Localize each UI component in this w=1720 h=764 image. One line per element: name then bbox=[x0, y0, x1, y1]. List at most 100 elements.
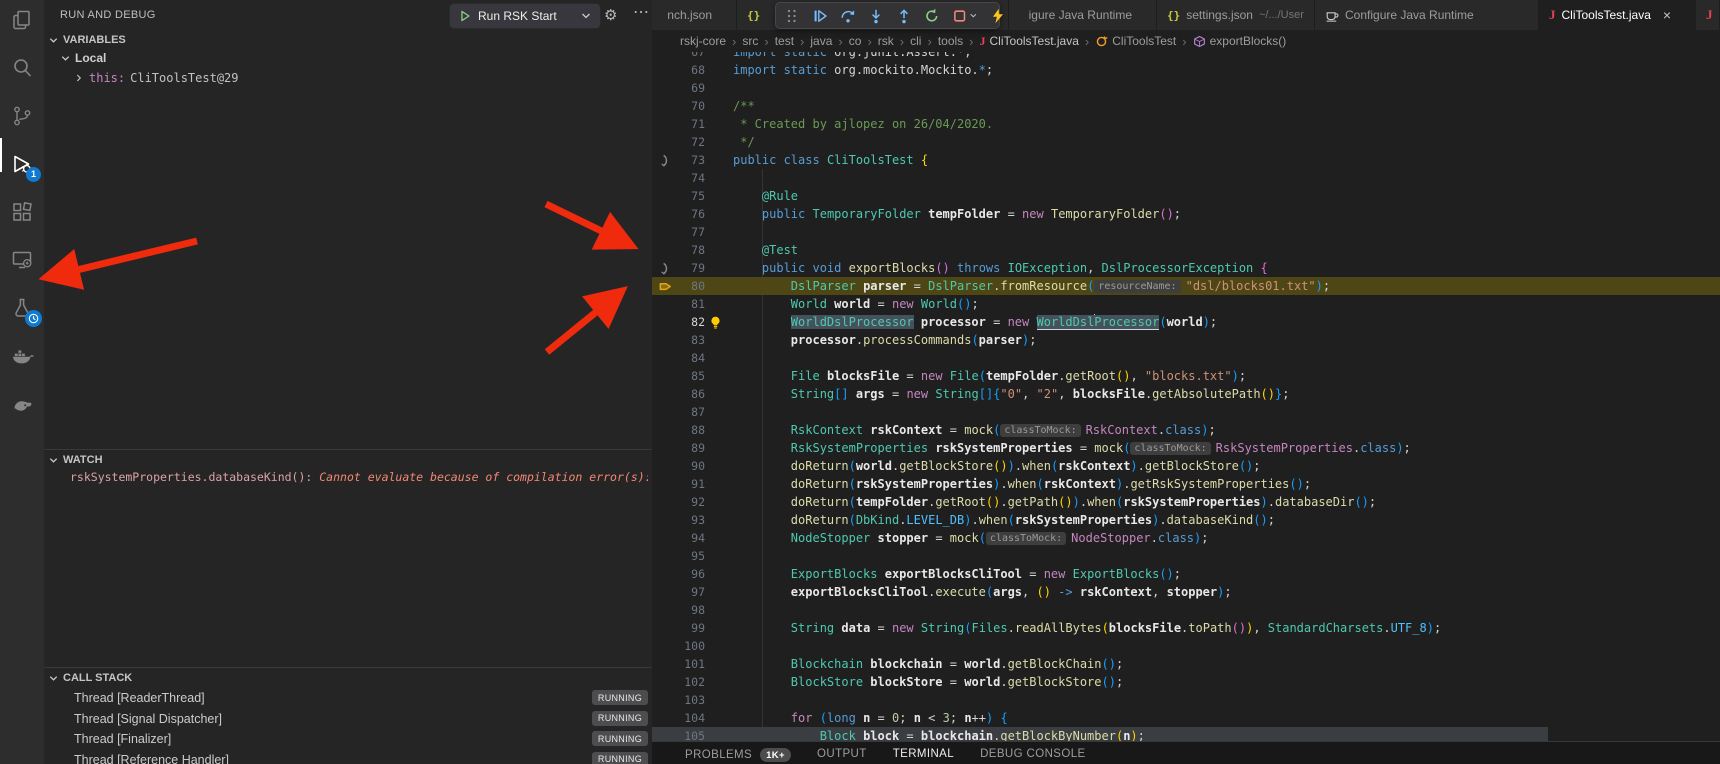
code-line-85[interactable]: 85 File blocksFile = new File(tempFolder… bbox=[652, 367, 1720, 385]
code-line-86[interactable]: 86 String[] args = new String[]{"0", "2"… bbox=[652, 385, 1720, 403]
code-line-73[interactable]: 73public class CliToolsTest { bbox=[652, 151, 1720, 169]
glyph-margin[interactable] bbox=[652, 223, 678, 241]
code-line-95[interactable]: 95 bbox=[652, 547, 1720, 565]
glyph-margin[interactable] bbox=[652, 169, 678, 187]
glyph-margin[interactable] bbox=[652, 475, 678, 493]
code-line-102[interactable]: 102 BlockStore blockStore = world.getBlo… bbox=[652, 673, 1720, 691]
step-out-button[interactable] bbox=[896, 8, 912, 24]
glyph-margin[interactable] bbox=[652, 61, 678, 79]
glyph-margin[interactable] bbox=[652, 457, 678, 475]
extensions-icon[interactable] bbox=[10, 200, 34, 224]
code-line-89[interactable]: 89 RskSystemProperties rskSystemProperti… bbox=[652, 439, 1720, 457]
glyph-margin[interactable] bbox=[652, 97, 678, 115]
hot-code-replace-button[interactable] bbox=[990, 8, 1006, 24]
code-line-83[interactable]: 83 processor.processCommands(parser); bbox=[652, 331, 1720, 349]
code-line-81[interactable]: 81 World world = new World(); bbox=[652, 295, 1720, 313]
breadcrumb-item-rskj-core[interactable]: rskj-core bbox=[680, 34, 726, 48]
code-line-82[interactable]: 82 WorldDslProcessor processor = new Wor… bbox=[652, 313, 1720, 331]
glyph-margin[interactable] bbox=[652, 601, 678, 619]
editor-tab-configure-java-runtime[interactable]: Configure Java Runtime bbox=[1315, 0, 1539, 30]
close-icon[interactable]: × bbox=[1663, 7, 1671, 23]
glyph-margin[interactable] bbox=[652, 673, 678, 691]
call-stack-section-header[interactable]: CALL STACK bbox=[44, 669, 652, 687]
breadcrumb-item-java[interactable]: java bbox=[810, 34, 832, 48]
glyph-margin[interactable] bbox=[652, 691, 678, 709]
glyph-margin[interactable] bbox=[652, 133, 678, 151]
breadcrumb-item-cli[interactable]: cli bbox=[910, 34, 921, 48]
glyph-margin[interactable] bbox=[652, 52, 678, 61]
code-line-92[interactable]: 92 doReturn(tempFolder.getRoot().getPath… bbox=[652, 493, 1720, 511]
code-line-87[interactable]: 87 bbox=[652, 403, 1720, 421]
panel-tab-terminal[interactable]: TERMINAL bbox=[893, 748, 954, 760]
code-line-67[interactable]: 67import static org.junit.Assert.*; bbox=[652, 52, 1720, 61]
gear-icon[interactable]: ⚙ bbox=[604, 6, 617, 24]
code-line-78[interactable]: 78 @Test bbox=[652, 241, 1720, 259]
watch-expression-row[interactable]: rskSystemProperties.databaseKind(): Cann… bbox=[70, 470, 648, 484]
glyph-margin[interactable] bbox=[652, 349, 678, 367]
code-line-88[interactable]: 88 RskContext rskContext = mock(classToM… bbox=[652, 421, 1720, 439]
editor-tab-nch-json[interactable]: nch.json bbox=[652, 0, 737, 30]
code-line-91[interactable]: 91 doReturn(rskSystemProperties).when(rs… bbox=[652, 475, 1720, 493]
breadcrumb-item-test[interactable]: test bbox=[775, 34, 794, 48]
code-line-74[interactable]: 74 bbox=[652, 169, 1720, 187]
editor-tab-settings-json[interactable]: {}settings.json~/.../User bbox=[1157, 0, 1315, 30]
code-line-84[interactable]: 84 bbox=[652, 349, 1720, 367]
glyph-margin[interactable] bbox=[652, 655, 678, 673]
debug-current-line-arrow[interactable] bbox=[652, 277, 678, 295]
glyph-margin[interactable] bbox=[652, 565, 678, 583]
glyph-margin[interactable] bbox=[652, 295, 678, 313]
code-line-105[interactable]: 105 Block block = blockchain.getBlockByN… bbox=[652, 727, 1720, 741]
code-line-69[interactable]: 69 bbox=[652, 79, 1720, 97]
variables-section-header[interactable]: VARIABLES bbox=[44, 31, 652, 49]
remote-explorer-icon[interactable] bbox=[10, 248, 34, 272]
panel-tab-output[interactable]: OUTPUT bbox=[817, 748, 867, 760]
glyph-margin[interactable] bbox=[652, 709, 678, 727]
glyph-margin[interactable] bbox=[652, 493, 678, 511]
step-into-button[interactable] bbox=[868, 8, 884, 24]
call-stack-thread-row[interactable]: Thread [Finalizer]RUNNING bbox=[44, 729, 652, 750]
glyph-margin[interactable] bbox=[652, 619, 678, 637]
watch-section-header[interactable]: WATCH bbox=[44, 451, 652, 469]
breadcrumb-item-clitoolstest[interactable]: CliToolsTest bbox=[1095, 34, 1176, 48]
continue-button[interactable] bbox=[812, 8, 828, 24]
glyph-margin[interactable] bbox=[652, 511, 678, 529]
editor-tab-6[interactable]: J bbox=[1696, 0, 1720, 30]
fold-marker-icon[interactable] bbox=[652, 151, 678, 169]
testing-icon[interactable] bbox=[10, 296, 34, 320]
code-line-96[interactable]: 96 ExportBlocks exportBlocksCliTool = ne… bbox=[652, 565, 1720, 583]
code-line-97[interactable]: 97 exportBlocksCliTool.execute(args, () … bbox=[652, 583, 1720, 601]
more-actions-icon[interactable]: ⋯ bbox=[633, 2, 650, 22]
call-stack-thread-row[interactable]: Thread [Reference Handler]RUNNING bbox=[44, 750, 652, 764]
glyph-margin[interactable] bbox=[652, 205, 678, 223]
glyph-margin[interactable] bbox=[652, 529, 678, 547]
glyph-margin[interactable] bbox=[652, 421, 678, 439]
glyph-margin[interactable] bbox=[652, 439, 678, 457]
breadcrumb-item-rsk[interactable]: rsk bbox=[878, 34, 894, 48]
run-debug-icon[interactable]: 1 bbox=[10, 152, 34, 176]
gradle-icon[interactable] bbox=[10, 392, 34, 416]
code-line-94[interactable]: 94 NodeStopper stopper = mock(classToMoc… bbox=[652, 529, 1720, 547]
lightbulb-icon[interactable] bbox=[708, 315, 726, 330]
code-line-98[interactable]: 98 bbox=[652, 601, 1720, 619]
code-line-101[interactable]: 101 Blockchain blockchain = world.getBlo… bbox=[652, 655, 1720, 673]
code-line-76[interactable]: 76 public TemporaryFolder tempFolder = n… bbox=[652, 205, 1720, 223]
launch-config-dropdown[interactable]: Run RSK Start bbox=[449, 3, 601, 29]
breadcrumb-item-clitoolstest-java[interactable]: JCliToolsTest.java bbox=[980, 34, 1079, 49]
glyph-margin[interactable] bbox=[652, 547, 678, 565]
breadcrumb-item-exportblocks-[interactable]: exportBlocks() bbox=[1193, 34, 1287, 48]
glyph-margin[interactable] bbox=[652, 115, 678, 133]
stop-button[interactable] bbox=[952, 8, 978, 24]
glyph-margin[interactable] bbox=[652, 637, 678, 655]
code-editor[interactable]: 67import static org.junit.Assert.*;68imp… bbox=[652, 52, 1720, 741]
code-line-79[interactable]: 79 public void exportBlocks() throws IOE… bbox=[652, 259, 1720, 277]
code-line-99[interactable]: 99 String data = new String(Files.readAl… bbox=[652, 619, 1720, 637]
code-line-93[interactable]: 93 doReturn(DbKind.LEVEL_DB).when(rskSys… bbox=[652, 511, 1720, 529]
glyph-margin[interactable] bbox=[652, 403, 678, 421]
panel-tab-debug-console[interactable]: DEBUG CONSOLE bbox=[980, 748, 1086, 760]
glyph-margin[interactable] bbox=[652, 367, 678, 385]
breadcrumb-item-tools[interactable]: tools bbox=[938, 34, 963, 48]
docker-icon[interactable] bbox=[10, 344, 34, 368]
code-line-103[interactable]: 103 bbox=[652, 691, 1720, 709]
fold-marker-icon[interactable] bbox=[652, 259, 678, 277]
breadcrumb-item-src[interactable]: src bbox=[742, 34, 758, 48]
